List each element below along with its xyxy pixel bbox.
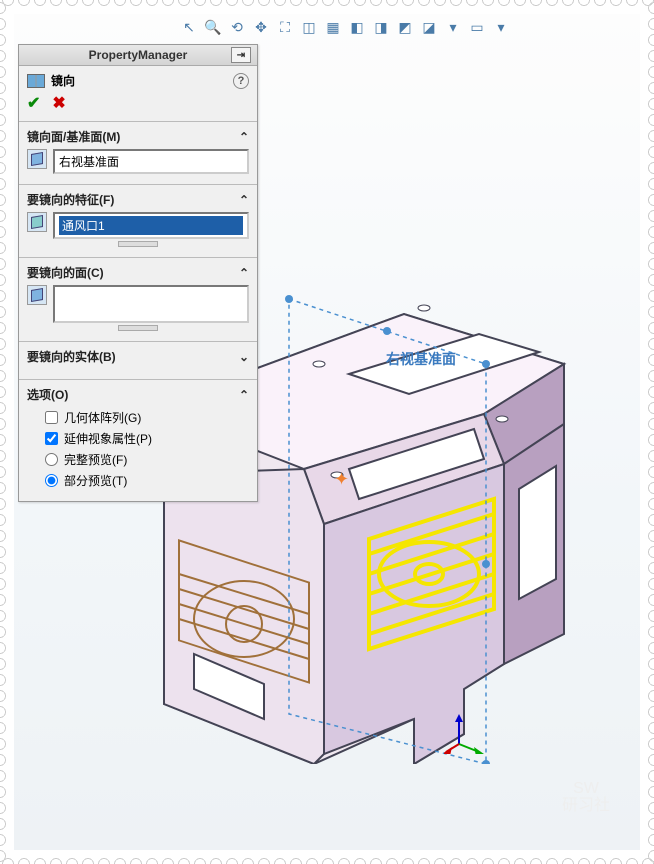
tool-arrow-icon[interactable]: ↖ bbox=[180, 18, 198, 36]
opt-geom-pattern[interactable]: 几何体阵列(G) bbox=[27, 407, 249, 428]
property-manager-panel: PropertyManager ⇥ 镜向 ? ✔ ✖ 镜向面/基准面(M) ⌃ … bbox=[18, 44, 258, 502]
view-triad[interactable] bbox=[444, 714, 484, 754]
opt-full-preview[interactable]: 完整预览(F) bbox=[27, 449, 249, 470]
tool-view-icon[interactable]: ◪ bbox=[420, 18, 438, 36]
pin-icon[interactable]: ⇥ bbox=[231, 47, 251, 63]
tool-pan-icon[interactable]: ✥ bbox=[252, 18, 270, 36]
command-title-row: 镜向 ? bbox=[19, 66, 257, 91]
tool-menu-icon[interactable]: ▾ bbox=[444, 18, 462, 36]
full-preview-radio[interactable] bbox=[45, 453, 58, 466]
tool-view-icon[interactable]: ◧ bbox=[348, 18, 366, 36]
plane-label: 右视基准面 bbox=[386, 349, 456, 369]
geom-pattern-checkbox[interactable] bbox=[45, 411, 58, 424]
tool-view-icon[interactable]: ◨ bbox=[372, 18, 390, 36]
opt-partial-preview[interactable]: 部分预览(T) bbox=[27, 470, 249, 491]
tool-view-icon[interactable]: ▦ bbox=[324, 18, 342, 36]
tool-display-icon[interactable]: ▭ bbox=[468, 18, 486, 36]
mirror-icon bbox=[27, 74, 45, 88]
face-selector-icon[interactable] bbox=[27, 285, 47, 305]
chevron-up-icon: ⌃ bbox=[239, 130, 249, 144]
tool-fit-icon[interactable]: ⛶ bbox=[276, 18, 294, 36]
resize-handle[interactable] bbox=[118, 325, 158, 331]
section-features[interactable]: 要镜向的特征(F) ⌃ bbox=[27, 191, 249, 208]
watermark: SW 研习社 bbox=[562, 780, 610, 815]
chevron-down-icon: ⌄ bbox=[239, 350, 249, 364]
command-name: 镜向 bbox=[51, 72, 75, 89]
feature-item[interactable]: 通风口1 bbox=[59, 216, 243, 235]
opt-propagate[interactable]: 延伸视象属性(P) bbox=[27, 428, 249, 449]
view-toolbar: ↖ 🔍 ⟲ ✥ ⛶ ◫ ▦ ◧ ◨ ◩ ◪ ▾ ▭ ▾ bbox=[180, 18, 510, 36]
features-field[interactable]: 通风口1 bbox=[53, 212, 249, 239]
tool-rotate-icon[interactable]: ⟲ bbox=[228, 18, 246, 36]
faces-field[interactable] bbox=[53, 285, 249, 323]
tool-display-icon[interactable]: ▾ bbox=[492, 18, 510, 36]
tool-zoom-icon[interactable]: 🔍 bbox=[204, 18, 222, 36]
propagate-checkbox[interactable] bbox=[45, 432, 58, 445]
plane-selector-icon[interactable] bbox=[27, 149, 47, 169]
feature-selector-icon[interactable] bbox=[27, 212, 47, 232]
section-mirror-plane[interactable]: 镜向面/基准面(M) ⌃ bbox=[27, 128, 249, 145]
section-faces[interactable]: 要镜向的面(C) ⌃ bbox=[27, 264, 249, 281]
panel-title-bar: PropertyManager ⇥ bbox=[19, 45, 257, 66]
chevron-up-icon: ⌃ bbox=[239, 193, 249, 207]
resize-handle[interactable] bbox=[118, 241, 158, 247]
chevron-up-icon: ⌃ bbox=[239, 266, 249, 280]
panel-title: PropertyManager bbox=[89, 48, 188, 62]
cancel-button[interactable]: ✖ bbox=[52, 93, 65, 113]
ok-button[interactable]: ✔ bbox=[27, 93, 40, 113]
chevron-up-icon: ⌃ bbox=[239, 388, 249, 402]
origin-marker: ✦ bbox=[334, 469, 349, 490]
section-options[interactable]: 选项(O) ⌃ bbox=[27, 386, 249, 403]
partial-preview-radio[interactable] bbox=[45, 474, 58, 487]
tool-view-icon[interactable]: ◩ bbox=[396, 18, 414, 36]
tool-section-icon[interactable]: ◫ bbox=[300, 18, 318, 36]
help-icon[interactable]: ? bbox=[233, 73, 249, 89]
section-bodies[interactable]: 要镜向的实体(B) ⌄ bbox=[27, 348, 249, 365]
mirror-plane-field[interactable]: 右视基准面 bbox=[53, 149, 249, 174]
